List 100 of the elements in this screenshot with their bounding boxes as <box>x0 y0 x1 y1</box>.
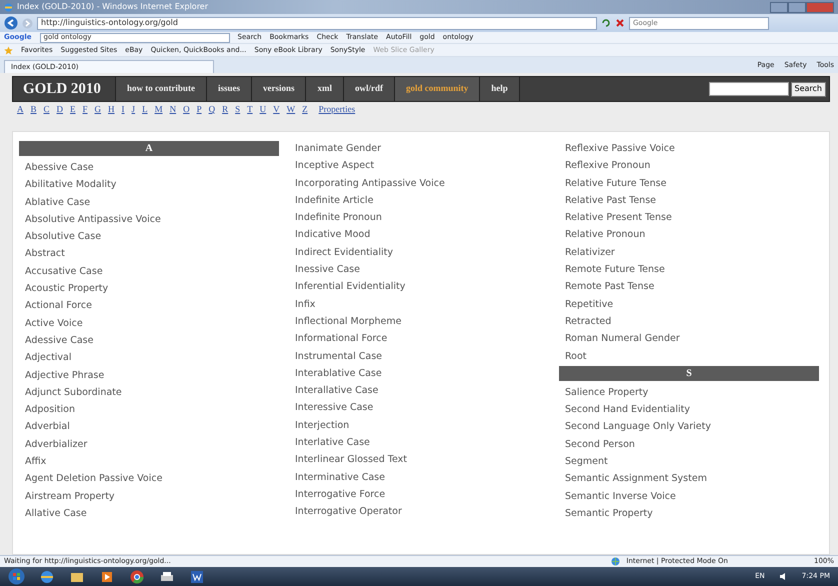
letter-link[interactable]: E <box>70 102 76 116</box>
nav-link[interactable]: help <box>480 77 520 101</box>
term-link[interactable]: Affix <box>19 453 279 470</box>
term-link[interactable]: Relative Future Tense <box>559 174 819 192</box>
term-link[interactable]: Reflexive Passive Voice <box>559 140 819 158</box>
letter-link[interactable]: G <box>94 102 102 116</box>
nav-link[interactable]: how to contribute <box>116 77 207 101</box>
term-link[interactable]: Informational Force <box>289 330 549 348</box>
term-link[interactable]: Adjunct Subordinate <box>19 384 279 402</box>
term-link[interactable]: Adverbializer <box>19 436 279 454</box>
term-link[interactable]: Interrogative Force <box>289 486 549 504</box>
address-field[interactable]: http://linguistics-ontology.org/gold <box>37 16 597 30</box>
term-link[interactable]: Abstract <box>19 245 279 263</box>
letter-link[interactable]: W <box>286 102 296 116</box>
term-link[interactable]: Indefinite Article <box>289 192 549 210</box>
term-link[interactable]: Airstream Property <box>19 488 279 505</box>
term-link[interactable]: Adjectival <box>19 349 279 367</box>
term-link[interactable]: Inanimate Gender <box>289 140 549 158</box>
term-link[interactable]: Indicative Mood <box>289 226 549 244</box>
letter-link[interactable]: U <box>260 102 266 116</box>
term-link[interactable]: Acoustic Property <box>19 280 279 298</box>
letter-link[interactable]: O <box>183 102 190 116</box>
word-icon[interactable] <box>189 568 205 584</box>
chrome-icon[interactable] <box>129 568 145 584</box>
properties-link[interactable]: Properties <box>318 102 356 116</box>
term-link[interactable]: Active Voice <box>19 314 279 332</box>
term-link[interactable]: Abessive Case <box>19 159 279 176</box>
term-link[interactable]: Indefinite Pronoun <box>289 209 549 226</box>
term-link[interactable]: Repetitive <box>559 296 819 313</box>
term-link[interactable]: Retracted <box>559 312 819 330</box>
browser-icon[interactable] <box>39 568 55 584</box>
term-link[interactable]: Interallative Case <box>289 382 549 400</box>
term-link[interactable]: Adessive Case <box>19 332 279 350</box>
search-field[interactable] <box>708 82 789 96</box>
nav-link[interactable]: xml <box>306 77 344 101</box>
volume-icon[interactable] <box>778 572 788 581</box>
letter-link[interactable]: P <box>196 102 202 116</box>
term-link[interactable]: Roman Numeral Gender <box>559 330 819 348</box>
term-link[interactable]: Infix <box>289 296 549 313</box>
term-link[interactable]: Semantic Assignment System <box>559 470 819 488</box>
nav-link[interactable]: versions <box>252 77 306 101</box>
letter-link[interactable]: V <box>273 102 280 116</box>
letter-link[interactable]: D <box>56 102 64 116</box>
term-link[interactable]: Interablative Case <box>289 364 549 382</box>
term-link[interactable]: Interlinear Glossed Text <box>289 451 549 469</box>
term-link[interactable]: Adverbial <box>19 418 279 436</box>
term-link[interactable]: Second Hand Evidentiality <box>559 401 819 418</box>
term-link[interactable]: Remote Past Tense <box>559 278 819 296</box>
letter-link[interactable]: Z <box>302 102 308 116</box>
letter-link[interactable]: M <box>154 102 163 116</box>
term-link[interactable]: Interjection <box>289 416 549 434</box>
term-link[interactable]: Absolutive Antipassive Voice <box>19 210 279 228</box>
term-link[interactable]: Instrumental Case <box>289 348 549 365</box>
term-link[interactable]: Semantic Inverse Voice <box>559 488 819 505</box>
term-link[interactable]: Salience Property <box>559 384 819 402</box>
term-link[interactable]: Reflexive Pronoun <box>559 157 819 175</box>
term-link[interactable]: Absolutive Case <box>19 228 279 246</box>
nav-link[interactable]: issues <box>206 77 252 101</box>
term-link[interactable]: Abilitative Modality <box>19 176 279 194</box>
term-link[interactable]: Inessive Case <box>289 261 549 278</box>
letter-link[interactable]: H <box>108 102 115 116</box>
term-link[interactable]: Relative Pronoun <box>559 226 819 244</box>
letter-link[interactable]: N <box>170 102 176 116</box>
term-link[interactable]: Adjective Phrase <box>19 366 279 384</box>
letter-link[interactable]: T <box>247 102 253 116</box>
refresh-icon[interactable] <box>601 18 611 28</box>
stop-icon[interactable] <box>615 18 625 28</box>
term-link[interactable]: Inflectional Morpheme <box>289 312 549 330</box>
term-link[interactable]: Inceptive Aspect <box>289 157 549 175</box>
term-link[interactable]: Relativizer <box>559 244 819 262</box>
term-link[interactable]: Semantic Property <box>559 504 819 522</box>
letter-link[interactable]: J <box>132 102 136 116</box>
term-link[interactable]: Incorporating Antipassive Voice <box>289 174 549 192</box>
term-link[interactable]: Relative Past Tense <box>559 192 819 210</box>
term-link[interactable]: Interrogative Operator <box>289 503 549 521</box>
back-icon[interactable] <box>4 16 18 30</box>
letter-link[interactable]: A <box>17 102 24 116</box>
term-link[interactable]: Interlative Case <box>289 434 549 452</box>
term-link[interactable]: Ablative Case <box>19 194 279 211</box>
letter-link[interactable]: B <box>30 102 37 116</box>
letter-link[interactable]: L <box>142 102 148 116</box>
term-link[interactable]: Actional Force <box>19 297 279 315</box>
term-link[interactable]: Second Language Only Variety <box>559 418 819 436</box>
letter-link[interactable]: F <box>82 102 88 116</box>
search-button[interactable]: Search <box>790 82 826 96</box>
letter-link[interactable]: R <box>222 102 228 116</box>
start-button[interactable] <box>8 568 25 585</box>
term-link[interactable]: Allative Case <box>19 504 279 522</box>
term-link[interactable]: Interminative Case <box>289 468 549 486</box>
term-link[interactable]: Indirect Evidentiality <box>289 244 549 262</box>
term-link[interactable]: Adposition <box>19 401 279 418</box>
term-link[interactable]: Inferential Evidentiality <box>289 278 549 296</box>
term-link[interactable]: Second Person <box>559 436 819 454</box>
term-link[interactable]: Accusative Case <box>19 262 279 280</box>
letter-link[interactable]: I <box>122 102 125 116</box>
term-link[interactable]: Segment <box>559 453 819 470</box>
term-link[interactable]: Root <box>559 348 819 365</box>
term-link[interactable]: Relative Present Tense <box>559 209 819 226</box>
letter-link[interactable]: C <box>44 102 50 116</box>
term-link[interactable]: Remote Future Tense <box>559 261 819 278</box>
